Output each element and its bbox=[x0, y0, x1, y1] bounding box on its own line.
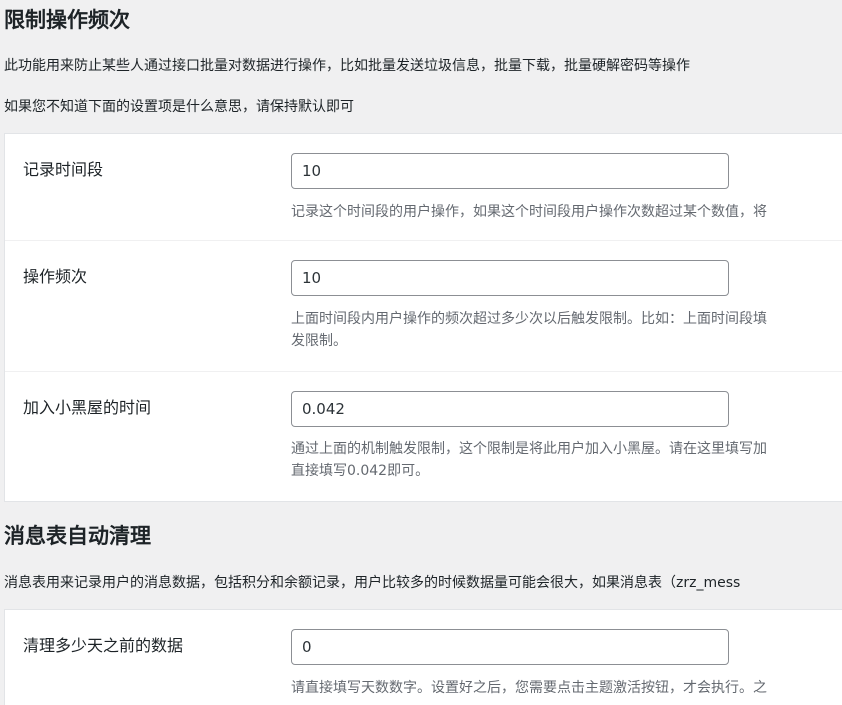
section-description: 消息表用来记录用户的消息数据，包括积分和余额记录，用户比较多的时候数据量可能会很… bbox=[4, 575, 741, 591]
help-line: 发限制。 bbox=[291, 333, 347, 349]
record-period-help: 记录这个时间段的用户操作，如果这个时间段用户操作次数超过某个数值，将 bbox=[291, 201, 767, 223]
section-title-rate-limit: 限制操作频次 bbox=[4, 8, 130, 32]
blacklist-time-help: 通过上面的机制触发限制，这个限制是将此用户加入小黑屋。请在这里填写加 直接填写0… bbox=[291, 438, 767, 482]
settings-page: 限制操作频次 此功能用来防止某些人通过接口批量对数据进行操作，比如批量发送垃圾信… bbox=[0, 0, 842, 705]
setting-row-cleanup-days: 清理多少天之前的数据 请直接填写天数数字。设置好之后，您需要点击主题激活按钮，才… bbox=[5, 610, 842, 705]
setting-row-record-period: 记录时间段 记录这个时间段的用户操作，如果这个时间段用户操作次数超过某个数值，将 bbox=[5, 134, 842, 240]
rate-limit-settings-card: 记录时间段 记录这个时间段的用户操作，如果这个时间段用户操作次数超过某个数值，将… bbox=[4, 133, 842, 502]
frequency-help: 上面时间段内用户操作的频次超过多少次以后触发限制。比如：上面时间段填 发限制。 bbox=[291, 308, 767, 352]
cleanup-days-input[interactable] bbox=[291, 629, 729, 665]
cleanup-days-help: 请直接填写天数数字。设置好之后，您需要点击主题激活按钮，才会执行。之 bbox=[291, 677, 767, 699]
help-line: 通过上面的机制触发限制，这个限制是将此用户加入小黑屋。请在这里填写加 bbox=[291, 441, 767, 457]
help-line: 上面时间段内用户操作的频次超过多少次以后触发限制。比如：上面时间段填 bbox=[291, 311, 767, 327]
help-line: 直接填写0.042即可。 bbox=[291, 463, 430, 479]
blacklist-time-label: 加入小黑屋的时间 bbox=[23, 398, 152, 417]
frequency-input[interactable] bbox=[291, 260, 729, 296]
help-line: 记录这个时间段的用户操作，如果这个时间段用户操作次数超过某个数值，将 bbox=[291, 204, 767, 220]
section-title-message-cleanup: 消息表自动清理 bbox=[4, 524, 151, 548]
section-note: 如果您不知道下面的设置项是什么意思，请保持默认即可 bbox=[4, 99, 354, 115]
cleanup-days-label: 清理多少天之前的数据 bbox=[23, 636, 184, 655]
message-cleanup-settings-card: 清理多少天之前的数据 请直接填写天数数字。设置好之后，您需要点击主题激活按钮，才… bbox=[4, 609, 842, 705]
section-description: 此功能用来防止某些人通过接口批量对数据进行操作，比如批量发送垃圾信息，批量下载，… bbox=[4, 58, 690, 74]
record-period-input[interactable] bbox=[291, 153, 729, 189]
help-line: 请直接填写天数数字。设置好之后，您需要点击主题激活按钮，才会执行。之 bbox=[291, 680, 767, 696]
frequency-label: 操作频次 bbox=[23, 267, 88, 286]
blacklist-time-input[interactable] bbox=[291, 391, 729, 427]
record-period-label: 记录时间段 bbox=[23, 160, 104, 179]
setting-row-blacklist-time: 加入小黑屋的时间 通过上面的机制触发限制，这个限制是将此用户加入小黑屋。请在这里… bbox=[5, 371, 842, 503]
setting-row-frequency: 操作频次 上面时间段内用户操作的频次超过多少次以后触发限制。比如：上面时间段填 … bbox=[5, 240, 842, 371]
